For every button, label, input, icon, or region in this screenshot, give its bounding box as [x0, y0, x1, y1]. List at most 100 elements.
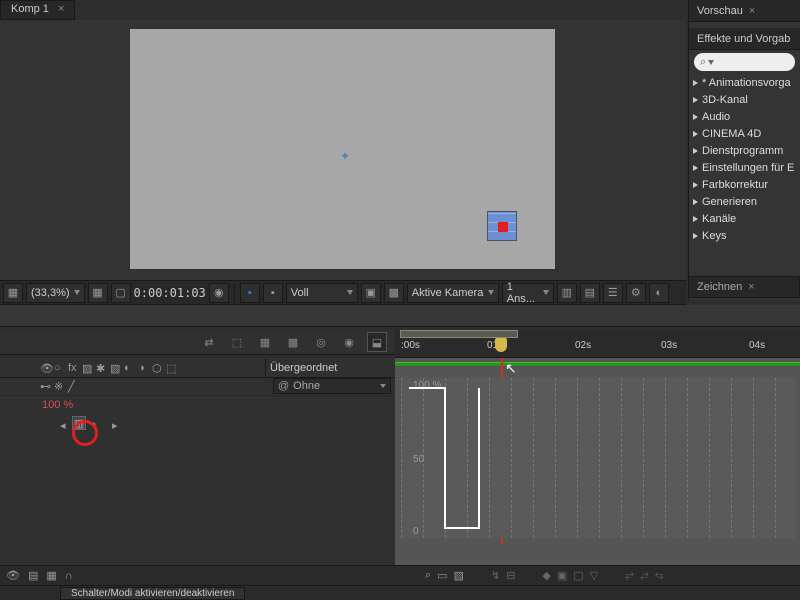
- mb-column-icon: ◑: [138, 362, 150, 374]
- timeline-layer-panel: 👁 ○ fx ▨ ✱ ▧ ◐ ◑ ⬡ ⬚ Übergeordnet ⊷ ※ ╱ …: [0, 358, 395, 566]
- parent-dropdown[interactable]: @ Ohne: [273, 378, 391, 394]
- graph-editor-toggle[interactable]: ⬓: [367, 332, 387, 352]
- convert-linear-icon[interactable]: ▢: [573, 569, 583, 582]
- next-keyframe-icon[interactable]: ▸: [112, 419, 120, 427]
- lock-column-icon: fx: [68, 362, 80, 374]
- anchor-point-icon: ✦: [340, 149, 350, 163]
- draft-3d-icon[interactable]: ◉: [339, 332, 359, 352]
- toggle-modes-icon[interactable]: ▤: [28, 569, 38, 582]
- layer-switch-icon[interactable]: ※: [54, 380, 66, 393]
- resolution-dropdown[interactable]: Voll: [286, 283, 358, 303]
- graph-footer: ⌕ ▭ ▧ ↯ ⊟ ◆ ▣ ▢ ▽ ⥂ ⥄ ⥃: [395, 565, 800, 585]
- easy-ease-out-icon[interactable]: ⥃: [655, 569, 664, 582]
- effects-category[interactable]: Generieren: [689, 193, 800, 210]
- shy-column-icon: ▨: [82, 362, 94, 374]
- close-icon[interactable]: ×: [748, 281, 754, 293]
- viewer-panel: ✦: [0, 20, 686, 280]
- ruler-label: 04s: [749, 340, 765, 351]
- effects-search-input[interactable]: ⌕: [694, 53, 795, 71]
- layer-switch-icon[interactable]: ⊷: [40, 380, 52, 393]
- effects-category[interactable]: 3D-Kanal: [689, 91, 800, 108]
- frame-blend-icon[interactable]: ▦: [255, 332, 275, 352]
- effects-category[interactable]: CINEMA 4D: [689, 125, 800, 142]
- timeline-toolbar: ⇄ ⬚ ▦ ▩ ◎ ◉ ⬓: [0, 330, 395, 355]
- separate-icon[interactable]: ⊟: [506, 569, 515, 582]
- show-transform-icon[interactable]: ▭: [437, 569, 447, 582]
- effects-category[interactable]: Kanäle: [689, 210, 800, 227]
- effects-category[interactable]: Farbkorrektur: [689, 176, 800, 193]
- toggle-render-icon[interactable]: ∩: [65, 570, 73, 582]
- effects-category[interactable]: Dienstprogramm: [689, 142, 800, 159]
- auto-bezier-icon[interactable]: ↯: [491, 569, 500, 582]
- graph-editor-panel[interactable]: 100 % 50 0 ↖: [395, 358, 800, 566]
- current-time-indicator[interactable]: [495, 338, 507, 352]
- timeline-icon[interactable]: ☰: [603, 283, 623, 303]
- fast-preview-icon[interactable]: ▤: [580, 283, 600, 303]
- toggle-in-out-icon[interactable]: ▦: [46, 569, 56, 582]
- convert-hold-icon[interactable]: ▣: [557, 569, 567, 582]
- channel-red-icon[interactable]: ▪: [240, 283, 260, 303]
- grid-icon[interactable]: ▦: [88, 283, 108, 303]
- views-dropdown[interactable]: 1 Ans...: [502, 283, 554, 303]
- close-icon[interactable]: ×: [749, 5, 755, 17]
- easy-ease-icon[interactable]: ⥄: [640, 569, 649, 582]
- solo-column-icon: ○: [54, 362, 66, 374]
- ruler-label: :00s: [401, 340, 420, 351]
- preview-panel-tab[interactable]: Vorschau×: [689, 0, 800, 22]
- composition-tab[interactable]: Komp 1 ×: [0, 0, 75, 20]
- solid-layer[interactable]: [498, 222, 508, 232]
- work-area-bar[interactable]: [400, 330, 518, 338]
- draw-panel-tab[interactable]: Zeichnen×: [688, 276, 800, 298]
- panel-divider[interactable]: [0, 305, 800, 327]
- quality-column-icon: ▧: [110, 362, 122, 374]
- timeline-footer-left: 👁 ▤ ▦ ∩: [0, 565, 395, 585]
- toggle-switches-modes-button[interactable]: Schalter/Modi aktivieren/deaktivieren: [60, 587, 245, 600]
- camera-dropdown[interactable]: Aktive Kamera: [407, 283, 499, 303]
- 3d-icon[interactable]: ⬚: [227, 332, 247, 352]
- expression-icon[interactable]: ◔: [90, 419, 98, 427]
- toggle-switches-icon[interactable]: 👁: [6, 569, 20, 582]
- convert-auto-icon[interactable]: ▽: [590, 569, 598, 582]
- prev-keyframe-icon[interactable]: ◂: [60, 419, 68, 427]
- mask-icon[interactable]: ▢: [111, 283, 131, 303]
- pickwhip-icon[interactable]: @: [278, 380, 289, 392]
- flowchart-icon[interactable]: ⚙: [626, 283, 646, 303]
- selected-layer-handle[interactable]: [487, 211, 517, 241]
- property-row[interactable]: 100 %: [0, 396, 395, 414]
- graph-canvas[interactable]: 100 % 50 0: [401, 378, 796, 538]
- keyframe-nav-row: ◂ ▥ ◔ ▸: [0, 414, 395, 432]
- easy-ease-in-icon[interactable]: ⥂: [625, 569, 634, 582]
- viewer-toolbar: ▦ (33,3%) ▦ ▢ 0:00:01:03 ◉ ▪ ▪ Voll ▣ ▩ …: [0, 280, 686, 305]
- brain-icon[interactable]: ◎: [311, 332, 331, 352]
- time-ruler[interactable]: :00s 01s 02s 03s 04s: [395, 330, 800, 358]
- transparency-grid-icon[interactable]: ▩: [384, 283, 404, 303]
- close-icon[interactable]: ×: [58, 3, 64, 15]
- value-curve[interactable]: [409, 388, 479, 528]
- always-preview-icon[interactable]: ▦: [3, 283, 23, 303]
- composition-canvas[interactable]: ✦: [130, 29, 555, 269]
- layer-switch-icon[interactable]: ╱: [68, 380, 80, 393]
- zoom-dropdown[interactable]: (33,3%): [26, 283, 85, 303]
- effects-category[interactable]: * Animationsvorga: [689, 74, 800, 91]
- snapshot-icon[interactable]: ◉: [209, 283, 229, 303]
- effects-category[interactable]: Einstellungen für E: [689, 159, 800, 176]
- edit-keyframe-icon[interactable]: ◆: [542, 569, 550, 582]
- ruler-label: 02s: [575, 340, 591, 351]
- pixel-aspect-icon[interactable]: ▥: [557, 283, 577, 303]
- effects-category[interactable]: Keys: [689, 227, 800, 244]
- snap-icon[interactable]: ▧: [454, 569, 464, 582]
- shy-icon[interactable]: ⇄: [199, 332, 219, 352]
- effects-category[interactable]: Audio: [689, 108, 800, 125]
- effects-panel-tab[interactable]: Effekte und Vorgab: [689, 28, 800, 50]
- graph-editor-button[interactable]: ▥: [72, 416, 86, 430]
- current-timecode[interactable]: 0:00:01:03: [134, 286, 206, 300]
- channel-icon[interactable]: ▪: [263, 283, 283, 303]
- cached-preview-bar: [395, 362, 800, 366]
- choose-graph-icon[interactable]: ⌕: [425, 569, 431, 582]
- motion-blur-icon[interactable]: ▩: [283, 332, 303, 352]
- right-panel-stack: Vorschau× Effekte und Vorgab ⌕ * Animati…: [688, 0, 800, 300]
- exposure-icon[interactable]: ◐: [649, 283, 669, 303]
- adj-column-icon: ⬡: [152, 362, 164, 374]
- property-value[interactable]: 100 %: [42, 399, 73, 411]
- roi-icon[interactable]: ▣: [361, 283, 381, 303]
